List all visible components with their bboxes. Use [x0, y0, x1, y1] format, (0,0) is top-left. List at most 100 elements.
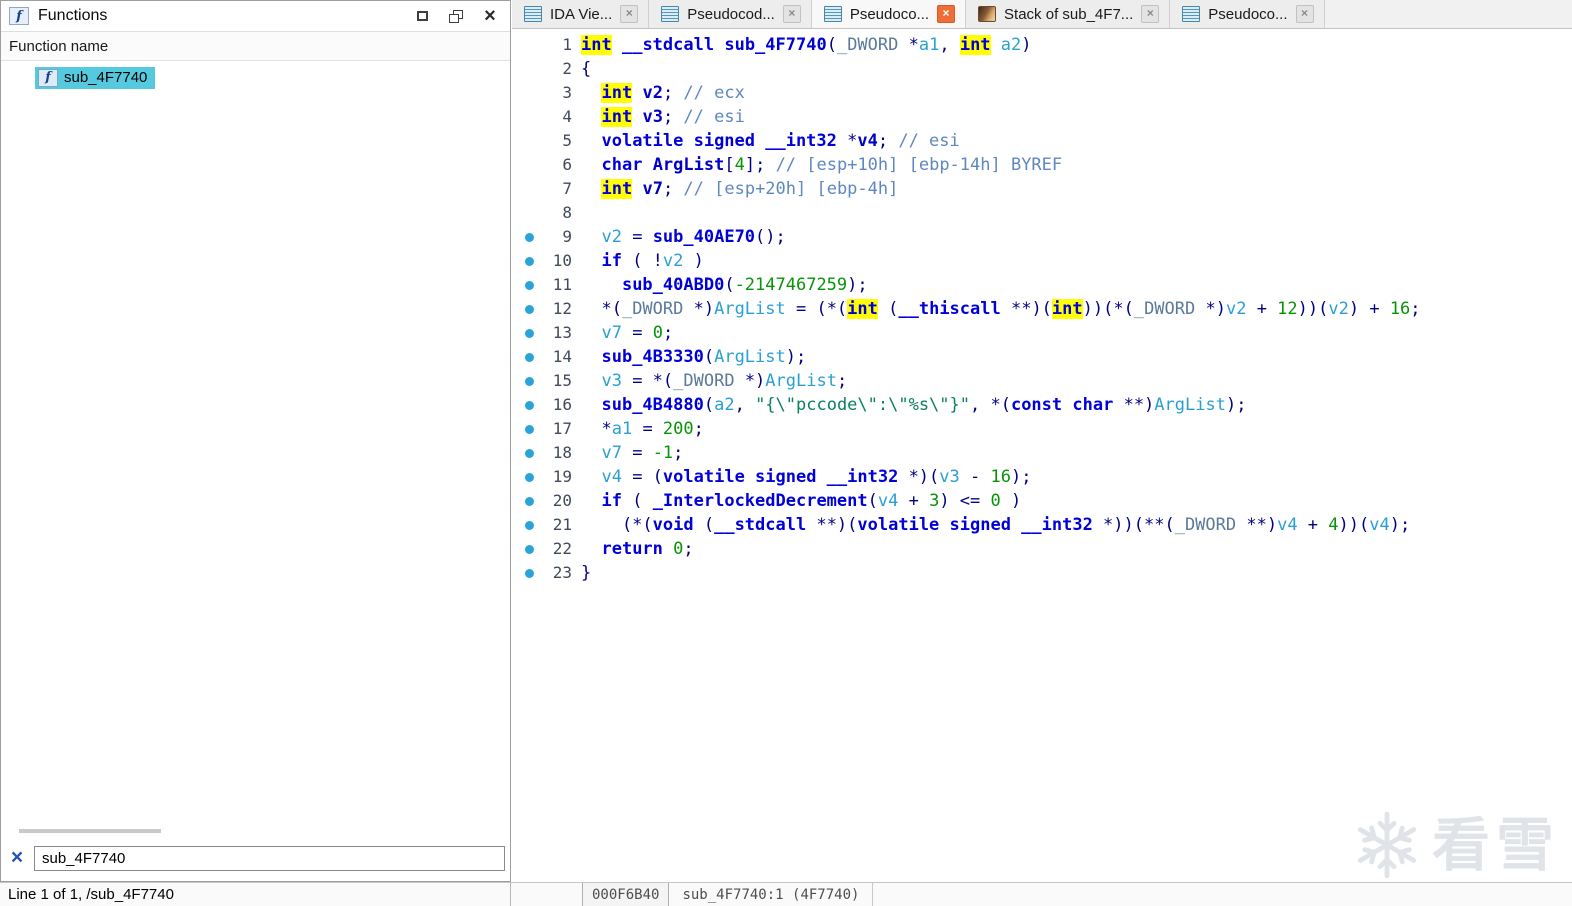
token: ArgList — [652, 155, 725, 175]
code-line[interactable]: 2{ — [512, 57, 1572, 81]
line-number[interactable]: 22 — [546, 537, 572, 561]
code-line[interactable]: 6 char ArgList[4]; // [esp+10h] [ebp-14h… — [512, 153, 1572, 177]
line-marker[interactable] — [512, 249, 546, 273]
line-number[interactable]: 15 — [546, 369, 572, 393]
line-number[interactable]: 1 — [546, 33, 572, 57]
line-marker[interactable] — [512, 489, 546, 513]
line-marker[interactable] — [512, 273, 546, 297]
line-marker[interactable] — [512, 465, 546, 489]
token: ; — [693, 419, 704, 439]
code-text: sub_4B3330(ArgList); — [572, 345, 806, 369]
line-marker[interactable] — [512, 321, 546, 345]
line-number[interactable]: 8 — [546, 201, 572, 225]
code-line[interactable]: 13 v7 = 0; — [512, 321, 1572, 345]
tab-close-icon[interactable]: × — [620, 5, 639, 23]
token: * — [898, 35, 919, 55]
function-name-header[interactable]: Function name — [1, 32, 510, 61]
tab-close-icon[interactable]: × — [1295, 5, 1314, 23]
line-marker[interactable] — [512, 513, 546, 537]
line-number[interactable]: 23 — [546, 561, 572, 585]
line-number[interactable]: 17 — [546, 417, 572, 441]
line-marker[interactable] — [512, 345, 546, 369]
line-marker[interactable] — [512, 225, 546, 249]
code-line[interactable]: 9 v2 = sub_40AE70(); — [512, 225, 1572, 249]
code-line[interactable]: 14 sub_4B3330(ArgList); — [512, 345, 1572, 369]
token: 4 — [1328, 515, 1339, 535]
tab-close-icon[interactable]: × — [1141, 5, 1160, 23]
code-line[interactable]: 19 v4 = (volatile signed __int32 *)(v3 -… — [512, 465, 1572, 489]
line-marker[interactable] — [512, 537, 546, 561]
line-number[interactable]: 2 — [546, 57, 572, 81]
tab-stack-of-sub-4f7[interactable]: Stack of sub_4F7... × — [966, 0, 1171, 28]
code-line[interactable]: 10 if ( !v2 ) — [512, 249, 1572, 273]
code-line[interactable]: 23} — [512, 561, 1572, 585]
token: v2 — [642, 83, 663, 103]
maximize-button[interactable] — [412, 7, 432, 25]
code-line[interactable]: 22 return 0; — [512, 537, 1572, 561]
code-line[interactable]: 18 v7 = -1; — [512, 441, 1572, 465]
code-line[interactable]: 15 v3 = *(_DWORD *)ArgList; — [512, 369, 1572, 393]
code-line[interactable]: 20 if ( _InterlockedDecrement(v4 + 3) <=… — [512, 489, 1572, 513]
line-number[interactable]: 4 — [546, 105, 572, 129]
line-number[interactable]: 19 — [546, 465, 572, 489]
line-number[interactable]: 9 — [546, 225, 572, 249]
line-number[interactable]: 7 — [546, 177, 572, 201]
line-number[interactable]: 21 — [546, 513, 572, 537]
code-line[interactable]: 1 int __stdcall sub_4F7740(_DWORD *a1, in… — [512, 33, 1572, 57]
line-number[interactable]: 3 — [546, 81, 572, 105]
tab-ida-vie[interactable]: IDA Vie... × — [512, 0, 650, 28]
line-marker[interactable] — [512, 297, 546, 321]
code-line[interactable]: 3 int v2; // ecx — [512, 81, 1572, 105]
code-line[interactable]: 12 *(_DWORD *)ArgList = (*(int (__thisca… — [512, 297, 1572, 321]
token: , *( — [970, 395, 1011, 415]
token: -2147467259 — [734, 275, 848, 295]
code-line[interactable]: 11 sub_40ABD0(-2147467259); — [512, 273, 1572, 297]
token: **) — [1236, 515, 1278, 535]
tab-pseudocod[interactable]: Pseudocod... × — [649, 0, 812, 28]
code-line[interactable]: 17 *a1 = 200; — [512, 417, 1572, 441]
line-number[interactable]: 12 — [546, 297, 572, 321]
token: int — [601, 179, 633, 199]
function-list-item[interactable]: f sub_4F7740 — [1, 65, 510, 90]
code-line[interactable]: 8 — [512, 201, 1572, 225]
code-line[interactable]: 16 sub_4B4880(a2, "{\"pccode\":\"%s\"}",… — [512, 393, 1572, 417]
line-number[interactable]: 18 — [546, 441, 572, 465]
clear-filter-icon[interactable]: × — [5, 846, 29, 870]
token: 4 — [734, 155, 745, 175]
token: *)( — [898, 467, 940, 487]
line-marker[interactable] — [512, 369, 546, 393]
line-number[interactable]: 20 — [546, 489, 572, 513]
close-button[interactable]: × — [480, 6, 500, 26]
marker-dot-icon — [524, 376, 534, 386]
function-filter-input[interactable] — [34, 845, 505, 871]
maximize-icon — [416, 11, 428, 21]
line-number[interactable]: 11 — [546, 273, 572, 297]
line-number[interactable]: 16 — [546, 393, 572, 417]
marker-dot-icon — [524, 544, 534, 554]
tab-close-icon[interactable]: × — [937, 5, 956, 23]
pseudocode-view[interactable]: 1 int __stdcall sub_4F7740(_DWORD *a1, in… — [512, 29, 1572, 882]
line-marker[interactable] — [512, 561, 546, 585]
restore-button[interactable] — [446, 7, 466, 25]
code-line[interactable]: 4 int v3; // esi — [512, 105, 1572, 129]
code-line[interactable]: 5 volatile signed __int32 *v4; // esi — [512, 129, 1572, 153]
horizontal-scrollbar-thumb[interactable] — [19, 829, 161, 833]
line-number[interactable]: 5 — [546, 129, 572, 153]
code-line[interactable]: 7 int v7; // [esp+20h] [ebp-4h] — [512, 177, 1572, 201]
line-number[interactable]: 14 — [546, 345, 572, 369]
line-number[interactable]: 13 — [546, 321, 572, 345]
line-number[interactable]: 10 — [546, 249, 572, 273]
marker-dot-icon — [524, 352, 534, 362]
line-marker[interactable] — [512, 393, 546, 417]
line-marker[interactable] — [512, 441, 546, 465]
line-number[interactable]: 6 — [546, 153, 572, 177]
token: ( — [703, 395, 715, 415]
line-marker[interactable] — [512, 417, 546, 441]
token: = — [621, 323, 653, 343]
tab-pseudoco[interactable]: Pseudoco... × — [1170, 0, 1325, 28]
code-line[interactable]: 21 (*(void (__stdcall **)(volatile signe… — [512, 513, 1572, 537]
tab-close-icon[interactable]: × — [782, 5, 801, 23]
tab-pseudoco[interactable]: Pseudoco... × — [811, 0, 967, 28]
